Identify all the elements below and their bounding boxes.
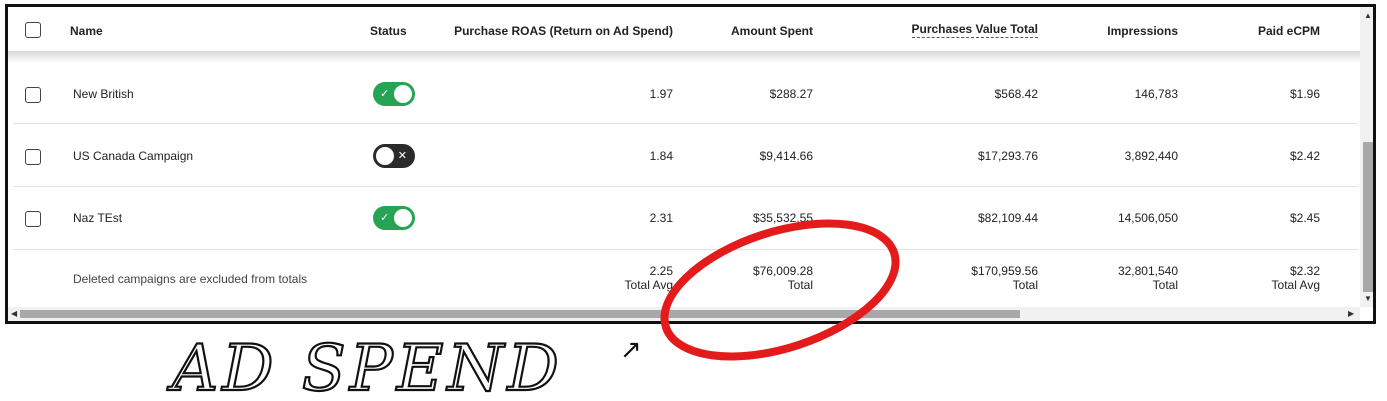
paid-ecpm-value: $1.96	[1289, 87, 1320, 101]
column-header-impressions[interactable]: Impressions	[1107, 24, 1178, 38]
impressions-value: 3,892,440	[1124, 149, 1178, 163]
scroll-down-arrow[interactable]: ▼	[1364, 295, 1372, 303]
scroll-up-arrow[interactable]: ▲	[1364, 12, 1372, 20]
check-icon: ✓	[380, 212, 390, 224]
total-roas-label: Total Avg	[624, 278, 673, 292]
amount-spent-value: $288.27	[769, 87, 813, 101]
status-toggle[interactable]: ✕	[373, 144, 415, 168]
toggle-knob	[376, 147, 394, 165]
horizontal-scrollbar[interactable]: ◀ ▶	[8, 307, 1360, 321]
total-purchases-value-label: Total	[1012, 278, 1038, 292]
roas-value: 2.31	[649, 211, 673, 225]
column-header-roas[interactable]: Purchase ROAS (Return on Ad Spend)	[454, 24, 673, 38]
total-roas-value: 2.25	[649, 264, 673, 278]
purchases-value-total-value: $17,293.76	[977, 149, 1038, 163]
totals-note: Deleted campaigns are excluded from tota…	[73, 272, 308, 286]
toggle-knob	[394, 209, 412, 227]
table-header: Name Status Purchase ROAS (Return on Ad …	[8, 7, 1360, 51]
purchases-value-total-value: $82,109.44	[977, 211, 1038, 225]
header-shadow	[8, 51, 1360, 63]
scroll-right-arrow[interactable]: ▶	[1348, 310, 1354, 318]
total-amount-spent-label: Total	[787, 278, 813, 292]
status-toggle[interactable]: ✓	[373, 206, 415, 230]
row-checkbox[interactable]	[25, 211, 41, 227]
campaigns-table-frame: Name Status Purchase ROAS (Return on Ad …	[5, 4, 1376, 324]
row-checkbox[interactable]	[25, 87, 41, 103]
impressions-value: 14,506,050	[1117, 211, 1178, 225]
total-impressions-value: 32,801,540	[1117, 264, 1178, 278]
total-ecpm-label: Total Avg	[1271, 278, 1320, 292]
roas-value: 1.97	[649, 87, 673, 101]
paid-ecpm-value: $2.45	[1289, 211, 1320, 225]
status-toggle[interactable]: ✓	[373, 82, 415, 106]
x-icon: ✕	[397, 150, 407, 162]
vertical-scrollbar[interactable]: ▲ ▼	[1360, 7, 1373, 307]
annotation-arrow: ↗	[620, 335, 642, 365]
row-checkbox[interactable]	[25, 149, 41, 165]
roas-value: 1.84	[649, 149, 673, 163]
column-header-status[interactable]: Status	[370, 24, 407, 38]
paid-ecpm-value: $2.42	[1289, 149, 1320, 163]
scroll-left-arrow[interactable]: ◀	[11, 310, 17, 318]
toggle-knob	[394, 85, 412, 103]
table-row[interactable]: Naz TEst ✓ 2.31 $35,532.55 $82,109.44 14…	[8, 187, 1360, 249]
ad-spend-annotation-text: AD SPEND	[167, 332, 563, 401]
column-header-name[interactable]: Name	[70, 24, 103, 38]
total-purchases-value-total: $170,959.56	[971, 264, 1038, 278]
totals-row: Deleted campaigns are excluded from tota…	[8, 250, 1360, 307]
total-amount-spent-value: $76,009.28	[752, 264, 813, 278]
column-header-amount-spent[interactable]: Amount Spent	[731, 24, 813, 38]
purchases-value-total-value: $568.42	[994, 87, 1038, 101]
column-header-purchases-value-total[interactable]: Purchases Value Total	[911, 22, 1038, 38]
campaign-name[interactable]: US Canada Campaign	[73, 149, 193, 163]
amount-spent-value: $9,414.66	[759, 149, 813, 163]
total-ecpm-value: $2.32	[1289, 264, 1320, 278]
impressions-value: 146,783	[1134, 87, 1178, 101]
column-header-paid-ecpm[interactable]: Paid eCPM	[1258, 24, 1320, 38]
total-impressions-label: Total	[1152, 278, 1178, 292]
select-all-checkbox[interactable]	[25, 22, 41, 38]
campaign-name[interactable]: New British	[73, 87, 134, 101]
horizontal-scrollbar-thumb[interactable]	[20, 310, 1020, 318]
campaign-name[interactable]: Naz TEst	[73, 211, 122, 225]
vertical-scrollbar-thumb[interactable]	[1363, 142, 1373, 292]
table-row[interactable]: New British ✓ 1.97 $288.27 $568.42 146,7…	[8, 63, 1360, 123]
amount-spent-value: $35,532.55	[752, 211, 813, 225]
check-icon: ✓	[380, 88, 390, 100]
table-row[interactable]: US Canada Campaign ✕ 1.84 $9,414.66 $17,…	[8, 124, 1360, 186]
